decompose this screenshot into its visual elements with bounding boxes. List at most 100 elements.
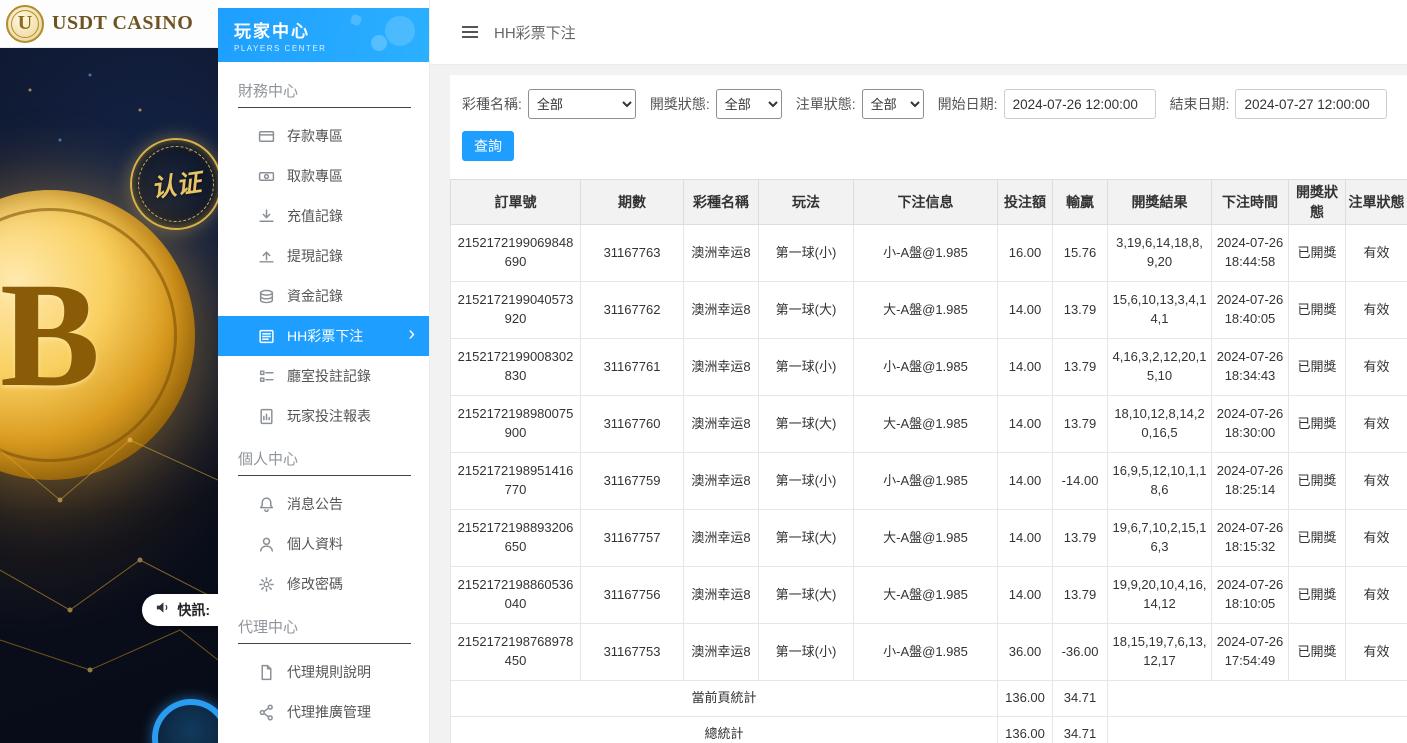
end-date-label: 結束日期: bbox=[1170, 94, 1230, 114]
promo-panel: U USDT CASINO B 认证 快訊: bbox=[0, 0, 218, 743]
sidebar-item-withdraw[interactable]: 取款專區 bbox=[218, 156, 429, 196]
sidebar-item-label: 充值記錄 bbox=[287, 206, 343, 226]
casino-logo-title: USDT CASINO bbox=[52, 12, 193, 35]
bet-status-select[interactable]: 全部 bbox=[862, 89, 924, 119]
news-ticker-label: 快訊: bbox=[177, 600, 210, 620]
lottery-select[interactable]: 全部 bbox=[528, 89, 636, 119]
sidebar-item-label: 資金記錄 bbox=[287, 286, 343, 306]
sidebar-menu: 財務中心存款專區取款專區充值記錄提現記錄資金記錄 HH彩票下注 › 廳室投註記錄玩家投… bbox=[218, 62, 429, 743]
withdraw-icon bbox=[258, 168, 275, 185]
sidebar-item-room[interactable]: 廳室投註記錄 bbox=[218, 356, 429, 396]
column-header: 注單狀態 bbox=[1346, 180, 1407, 225]
sidebar-item-label: 廳室投註記錄 bbox=[287, 366, 371, 386]
header-decoration-circle bbox=[385, 16, 415, 46]
sidebar: 玩家中心 PLAYERS CENTER 財務中心存款專區取款專區充值記錄提現記錄… bbox=[218, 0, 430, 743]
section-divider bbox=[238, 475, 411, 476]
column-header: 輸贏 bbox=[1053, 180, 1108, 225]
column-header: 開獎狀態 bbox=[1289, 180, 1346, 225]
speaker-icon bbox=[155, 600, 170, 620]
summary-win-total: 34.71 bbox=[1053, 717, 1108, 743]
summary-row: 當前頁統計136.0034.71 bbox=[451, 681, 1407, 717]
recharge-icon bbox=[258, 208, 275, 225]
bet-status-filter-label: 注單狀態: bbox=[796, 94, 856, 114]
end-date-input[interactable] bbox=[1235, 89, 1387, 119]
report-icon bbox=[258, 408, 275, 425]
column-header: 訂單號 bbox=[451, 180, 581, 225]
logo-bar: U USDT CASINO bbox=[0, 0, 218, 48]
column-header: 投注額 bbox=[998, 180, 1053, 225]
summary-bet-total: 136.00 bbox=[998, 717, 1053, 743]
table-row: 215217219876897845031167753澳洲幸运8第一球(小)小-… bbox=[451, 624, 1407, 681]
sidebar-header: 玩家中心 PLAYERS CENTER bbox=[218, 8, 429, 62]
table-row: 215217219898007590031167760澳洲幸运8第一球(大)大-… bbox=[451, 396, 1407, 453]
chevron-right-icon: › bbox=[408, 324, 415, 344]
column-header: 開獎結果 bbox=[1108, 180, 1212, 225]
draw-status-filter-label: 開獎狀態: bbox=[650, 94, 710, 114]
hamburger-menu-icon[interactable] bbox=[460, 22, 480, 42]
certification-badge-text: 认证 bbox=[149, 163, 204, 206]
app-window: U USDT CASINO B 认证 快訊: bbox=[0, 0, 1407, 743]
bitcoin-symbol: B bbox=[0, 249, 100, 421]
share-icon bbox=[258, 704, 275, 721]
start-date-input[interactable] bbox=[1004, 89, 1156, 119]
header-decoration-circle bbox=[371, 35, 387, 51]
sidebar-item-label: HH彩票下注 bbox=[287, 326, 363, 346]
user-icon bbox=[258, 536, 275, 553]
lottery-icon bbox=[258, 328, 275, 345]
sidebar-item-label: 個人資料 bbox=[287, 534, 343, 554]
table-row: 215217219889320665031167757澳洲幸运8第一球(大)大-… bbox=[451, 510, 1407, 567]
sidebar-item-report[interactable]: 玩家投注報表 bbox=[218, 396, 429, 436]
sidebar-item-user[interactable]: 個人資料 bbox=[218, 524, 429, 564]
sidebar-item-label: 消息公告 bbox=[287, 494, 343, 514]
section-divider bbox=[238, 107, 411, 108]
section-title: 代理中心 bbox=[218, 604, 429, 643]
network-lines-graphic bbox=[0, 420, 218, 700]
sidebar-item-label: 存款專區 bbox=[287, 126, 343, 146]
sidebar-item-label: 代理推廣管理 bbox=[287, 702, 371, 722]
summary-row: 總統計136.0034.71 bbox=[451, 717, 1407, 743]
news-ticker-button[interactable]: 快訊: bbox=[142, 594, 218, 626]
column-header: 玩法 bbox=[759, 180, 854, 225]
sidebar-item-funds[interactable]: 資金記錄 bbox=[218, 276, 429, 316]
section-title: 個人中心 bbox=[218, 436, 429, 475]
column-header: 下注信息 bbox=[854, 180, 998, 225]
sidebar-item-doc[interactable]: 代理規則說明 bbox=[218, 652, 429, 692]
bets-table: 訂單號期數彩種名稱玩法下注信息投注額輸贏開獎結果下注時間開獎狀態注單狀態 215… bbox=[450, 179, 1407, 743]
sidebar-item-label: 修改密碼 bbox=[287, 574, 343, 594]
sidebar-item-gear[interactable]: 修改密碼 bbox=[218, 564, 429, 604]
deposit-icon bbox=[258, 128, 275, 145]
sidebar-item-label: 玩家投注報表 bbox=[287, 406, 371, 426]
section-title: 財務中心 bbox=[218, 68, 429, 107]
column-header: 下注時間 bbox=[1212, 180, 1289, 225]
lottery-filter-label: 彩種名稱: bbox=[462, 94, 522, 114]
table-row: 215217219904057392031167762澳洲幸运8第一球(大)大-… bbox=[451, 282, 1407, 339]
gear-icon bbox=[258, 576, 275, 593]
sidebar-item-label: 取款專區 bbox=[287, 166, 343, 186]
draw-status-select[interactable]: 全部 bbox=[716, 89, 782, 119]
sidebar-item-lottery[interactable]: HH彩票下注 › bbox=[218, 316, 429, 356]
table-row: 215217219886053604031167756澳洲幸运8第一球(大)大-… bbox=[451, 567, 1407, 624]
sidebar-item-bell[interactable]: 消息公告 bbox=[218, 484, 429, 524]
column-header: 期數 bbox=[581, 180, 684, 225]
sidebar-item-recharge[interactable]: 充值記錄 bbox=[218, 196, 429, 236]
bell-icon bbox=[258, 496, 275, 513]
table-header-row: 訂單號期數彩種名稱玩法下注信息投注額輸贏開獎結果下注時間開獎狀態注單狀態 bbox=[451, 180, 1407, 225]
sidebar-item-deposit[interactable]: 存款專區 bbox=[218, 116, 429, 156]
sidebar-item-label: 代理規則說明 bbox=[287, 662, 371, 682]
page-title: HH彩票下注 bbox=[494, 22, 576, 43]
sidebar-item-share[interactable]: 代理推廣管理 bbox=[218, 692, 429, 732]
table-row: 215217219906984869031167763澳洲幸运8第一球(小)小-… bbox=[451, 225, 1407, 282]
summary-win-total: 34.71 bbox=[1053, 681, 1108, 717]
main-area: HH彩票下注 彩種名稱: 全部 開獎狀態: 全部 注單狀態: 全部 bbox=[430, 0, 1407, 743]
table-row: 215217219895141677031167759澳洲幸运8第一球(小)小-… bbox=[451, 453, 1407, 510]
funds-icon bbox=[258, 288, 275, 305]
topbar: HH彩票下注 bbox=[430, 0, 1407, 65]
chat-widget-button[interactable] bbox=[152, 699, 218, 743]
cashout-icon bbox=[258, 248, 275, 265]
query-button[interactable]: 查詢 bbox=[462, 131, 514, 161]
filter-bar: 彩種名稱: 全部 開獎狀態: 全部 注單狀態: 全部 開始日期: 結束日期: bbox=[450, 89, 1407, 119]
column-header: 彩種名稱 bbox=[684, 180, 759, 225]
content-area: 彩種名稱: 全部 開獎狀態: 全部 注單狀態: 全部 開始日期: 結束日期: bbox=[430, 65, 1407, 743]
sidebar-item-cashout[interactable]: 提現記錄 bbox=[218, 236, 429, 276]
summary-bet-total: 136.00 bbox=[998, 681, 1053, 717]
